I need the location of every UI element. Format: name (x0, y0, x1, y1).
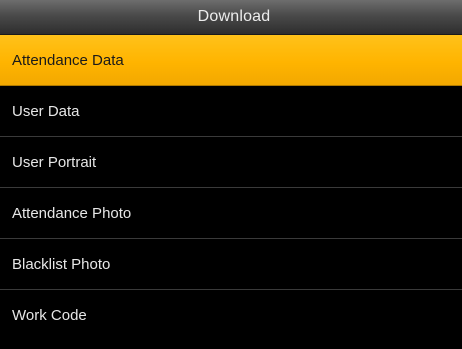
download-menu: Attendance Data User Data User Portrait … (0, 35, 462, 341)
menu-item-user-portrait[interactable]: User Portrait (0, 137, 462, 188)
menu-item-label: Attendance Data (12, 51, 124, 69)
menu-item-label: Blacklist Photo (12, 255, 111, 273)
menu-item-attendance-data[interactable]: Attendance Data (0, 35, 462, 86)
menu-item-label: Work Code (12, 307, 87, 324)
page-title: Download (197, 8, 271, 25)
menu-item-user-data[interactable]: User Data (0, 86, 462, 137)
menu-item-attendance-photo[interactable]: Attendance Photo (0, 188, 462, 239)
device-screen: Download Attendance Data User Data User … (0, 0, 462, 349)
title-bar: Download (0, 0, 462, 35)
menu-item-work-code[interactable]: Work Code (0, 290, 462, 341)
menu-item-blacklist-photo[interactable]: Blacklist Photo (0, 239, 462, 290)
menu-item-label: User Portrait (12, 153, 97, 171)
menu-item-label: Attendance Photo (12, 204, 132, 222)
menu-item-label: User Data (12, 102, 80, 120)
